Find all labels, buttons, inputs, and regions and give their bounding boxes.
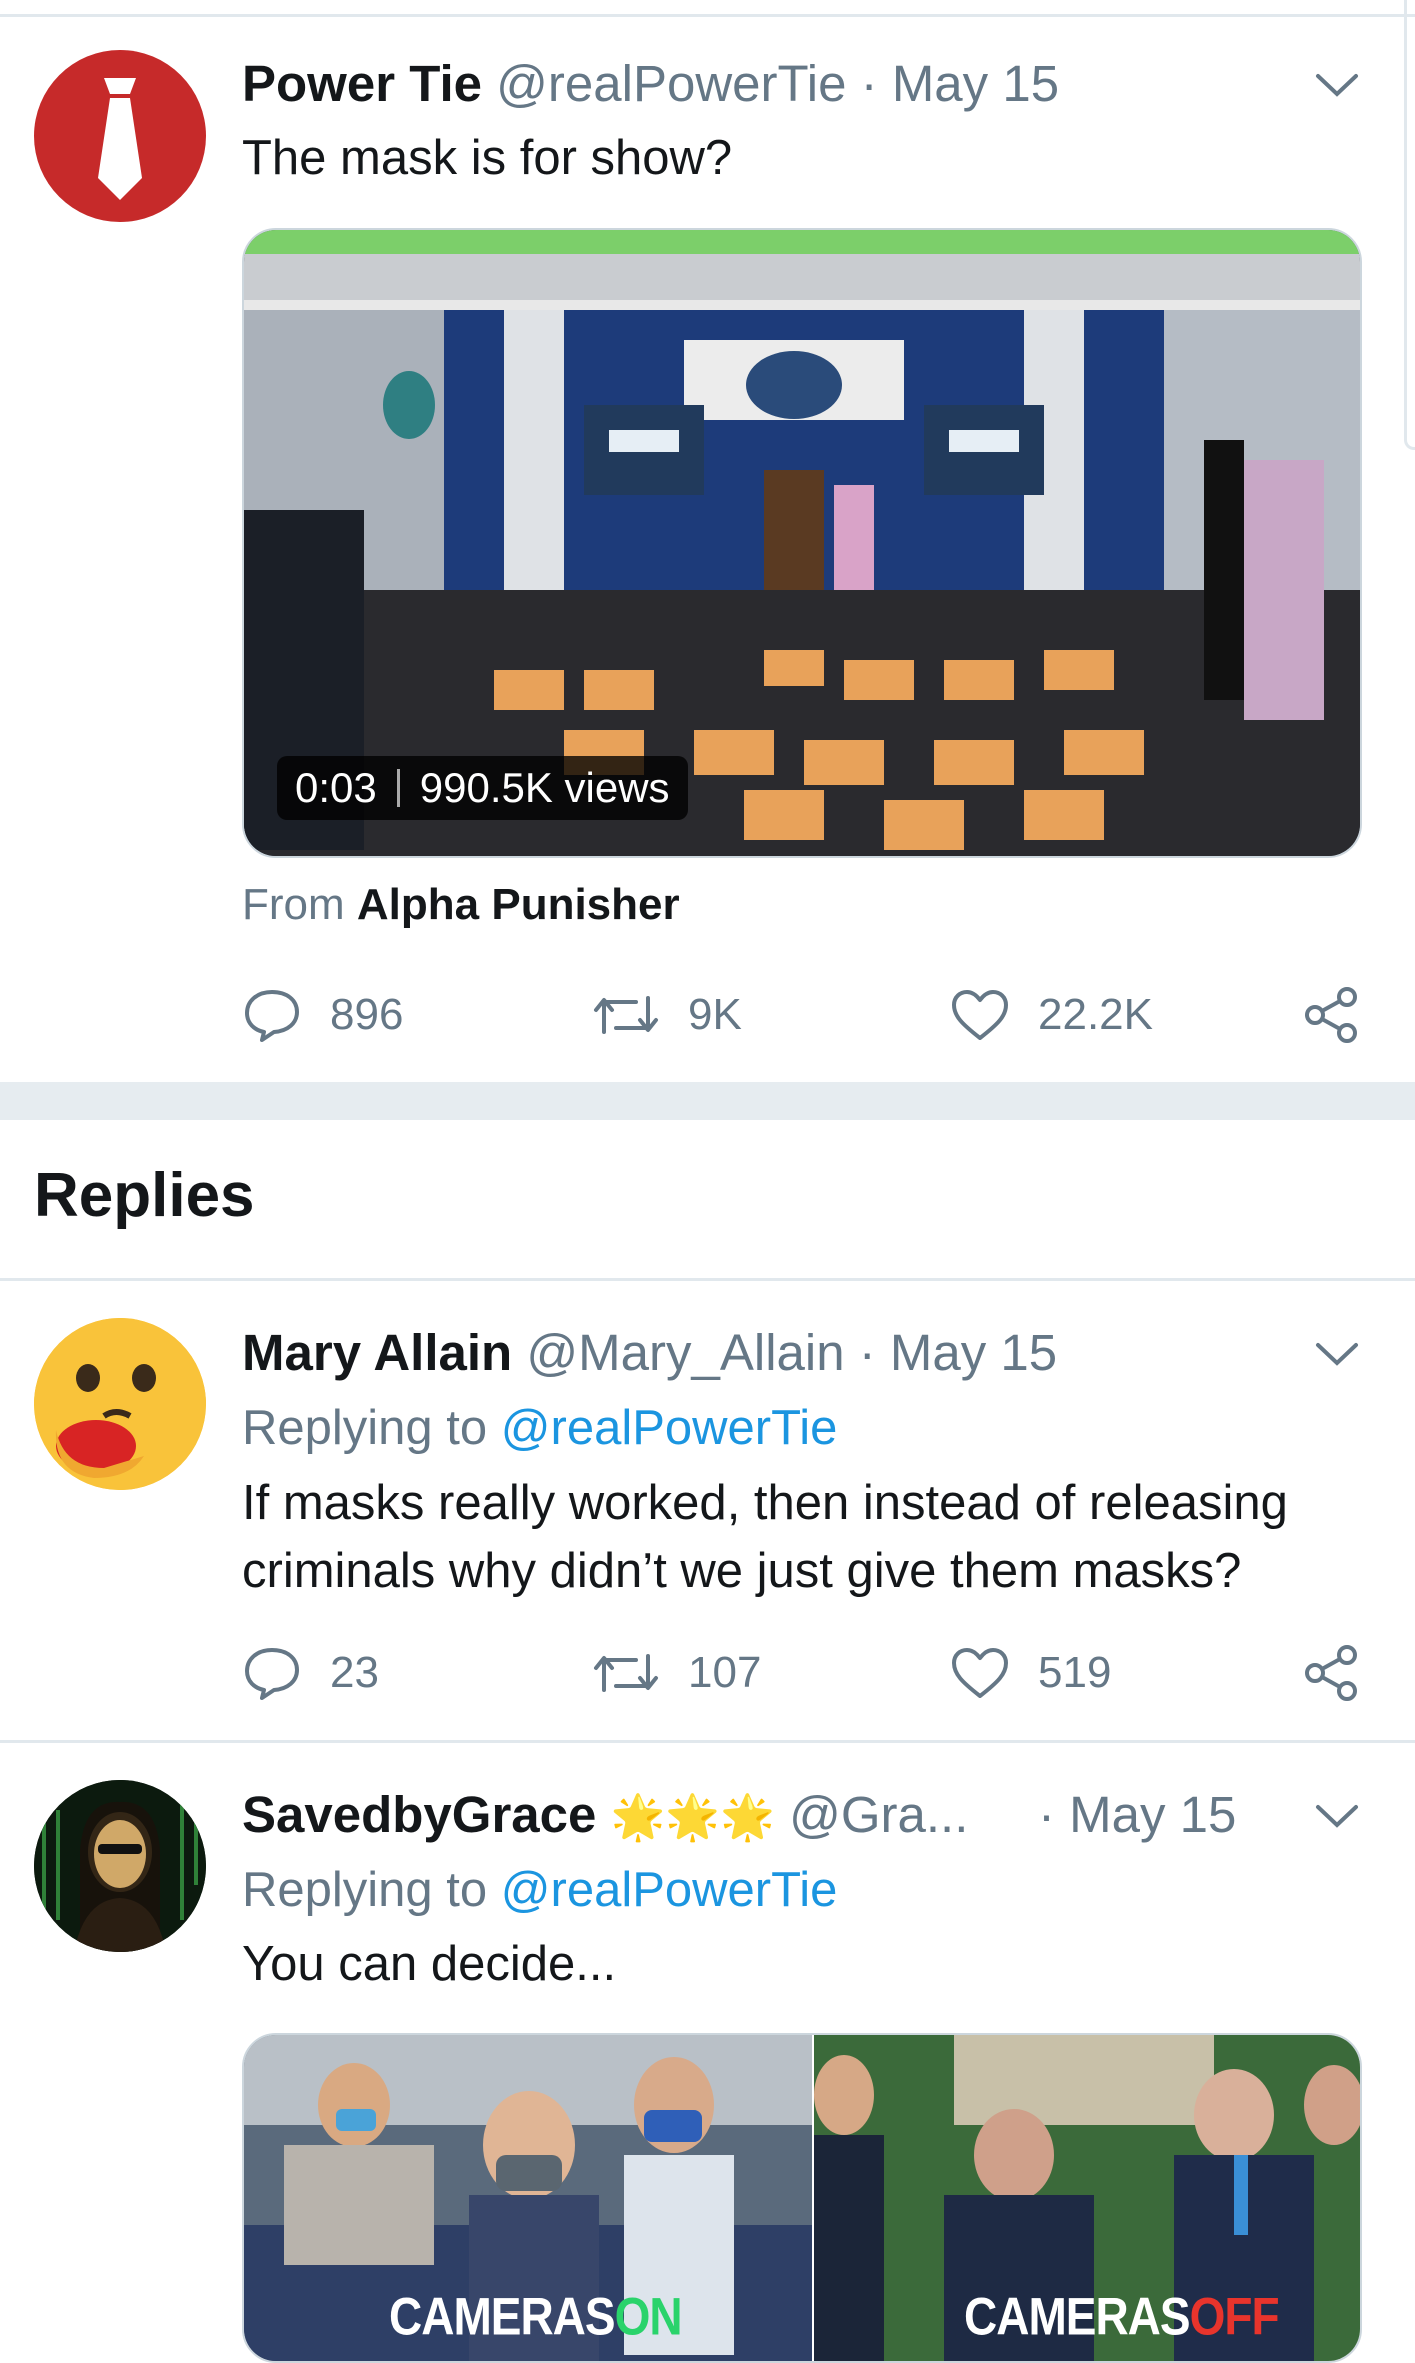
reply-icon <box>245 990 299 1042</box>
chevron-down-icon[interactable] <box>1314 1339 1360 1369</box>
chevron-down-icon[interactable] <box>1314 70 1360 100</box>
tweet-text: The mask is for show? <box>242 131 733 185</box>
like-button[interactable]: 519 <box>950 1638 1111 1708</box>
from-name[interactable]: Alpha Punisher <box>357 880 680 929</box>
reply-count: 23 <box>330 1648 379 1697</box>
like-button[interactable]: 22.2K <box>950 980 1153 1050</box>
author-handle[interactable]: @Gra... <box>789 1786 968 1843</box>
reply-date-group: · May 15 <box>1038 1785 1236 1845</box>
meme-image[interactable]: CAMERASON CAMERASOFF <box>242 2033 1362 2363</box>
replying-to: Replying to @realPowerTie <box>242 1398 837 1458</box>
reply-icon <box>245 1648 299 1700</box>
replies-heading: Replies <box>34 1161 255 1230</box>
replying-prefix: Replying to <box>242 1863 488 1917</box>
meme-right-panel: CAMERASOFF <box>814 2035 1360 2361</box>
header-dot: · <box>860 55 878 112</box>
tweet-header: Power Tie @realPowerTie · May 15 <box>242 54 1059 114</box>
share-icon <box>1305 987 1357 1043</box>
reply-text: You can decide... <box>242 1937 617 1991</box>
retweet-icon <box>594 996 658 1034</box>
retweet-count: 107 <box>688 1648 762 1697</box>
share-button[interactable] <box>1302 980 1390 1050</box>
video-source[interactable]: From Alpha Punisher <box>242 880 680 930</box>
author-name[interactable]: Power Tie <box>242 55 482 112</box>
meme-left-word-b: ON <box>614 2286 683 2346</box>
reply-button[interactable]: 896 <box>242 980 403 1050</box>
author-name[interactable]: Mary Allain <box>242 1324 512 1381</box>
like-count: 22.2K <box>1038 990 1153 1039</box>
reply-text-line-2: criminals why didn’t we just give them m… <box>242 1544 1242 1598</box>
replying-to-link[interactable]: @realPowerTie <box>501 1401 838 1455</box>
tweet-actions: 23 107 519 <box>242 1638 1372 1708</box>
avatar[interactable] <box>34 1318 206 1490</box>
reply-count: 896 <box>330 990 404 1039</box>
share-icon <box>1305 1645 1357 1701</box>
header-dot: · <box>858 1324 876 1381</box>
meme-left-word-a: CAMERAS <box>389 2286 616 2346</box>
tweet-date[interactable]: May 15 <box>892 55 1059 112</box>
reply-header: Mary Allain @Mary_Allain · May 15 <box>242 1323 1057 1383</box>
reply-tweet[interactable]: Mary Allain @Mary_Allain · May 15 Replyi… <box>0 1281 1415 1741</box>
tweet-actions: 896 9K 22.2K <box>242 980 1372 1050</box>
reply-text-line-1: If masks really worked, then instead of … <box>242 1476 1288 1530</box>
retweet-button[interactable]: 9K <box>592 980 742 1050</box>
author-handle[interactable]: @Mary_Allain <box>526 1324 844 1381</box>
tweet-date[interactable]: May 15 <box>1069 1786 1236 1843</box>
mona-lisa-matrix-avatar-icon <box>34 1780 206 1952</box>
star-emojis: 🌟🌟🌟 <box>610 1793 775 1842</box>
meme-right-word-a: CAMERAS <box>964 2286 1191 2346</box>
main-tweet[interactable]: Power Tie @realPowerTie · May 15 The mas… <box>0 0 1415 1082</box>
replying-to-link[interactable]: @realPowerTie <box>501 1863 838 1917</box>
replying-to: Replying to @realPowerTie <box>242 1860 837 1920</box>
chevron-down-icon[interactable] <box>1314 1801 1360 1831</box>
retweet-icon <box>594 1654 658 1692</box>
share-button[interactable] <box>1302 1638 1390 1708</box>
heart-icon <box>952 1648 1008 1698</box>
replying-prefix: Replying to <box>242 1401 488 1455</box>
from-prefix: From <box>242 880 345 929</box>
meme-left-caption: CAMERASON <box>389 2285 683 2347</box>
retweet-count: 9K <box>688 990 742 1039</box>
header-dot: · <box>1038 1786 1055 1843</box>
reply-tweet[interactable]: SavedbyGrace 🌟🌟🌟 @Gra... · May 15 Replyi… <box>0 1743 1415 2363</box>
avatar[interactable] <box>34 50 206 222</box>
section-gap <box>0 1082 1415 1120</box>
avatar[interactable] <box>34 1780 206 1952</box>
video-stats-badge: 0:03 990.5K views <box>277 756 688 820</box>
like-count: 519 <box>1038 1648 1112 1697</box>
author-name[interactable]: SavedbyGrace <box>242 1786 596 1843</box>
reply-button[interactable]: 23 <box>242 1638 379 1708</box>
video-time: 0:03 <box>295 764 377 811</box>
video-views: 990.5K views <box>419 764 670 811</box>
meme-left-panel: CAMERASON <box>244 2035 812 2361</box>
retweet-button[interactable]: 107 <box>592 1638 761 1708</box>
care-emoji-icon <box>34 1318 206 1490</box>
reply-header: SavedbyGrace 🌟🌟🌟 @Gra... <box>242 1785 968 1848</box>
tie-logo-icon <box>98 78 142 200</box>
heart-icon <box>952 990 1008 1040</box>
author-handle[interactable]: @realPowerTie <box>496 55 846 112</box>
meme-right-caption: CAMERASOFF <box>964 2285 1280 2347</box>
meme-right-word-b: OFF <box>1189 2286 1280 2346</box>
tweet-date[interactable]: May 15 <box>890 1324 1057 1381</box>
badge-divider <box>396 769 400 807</box>
